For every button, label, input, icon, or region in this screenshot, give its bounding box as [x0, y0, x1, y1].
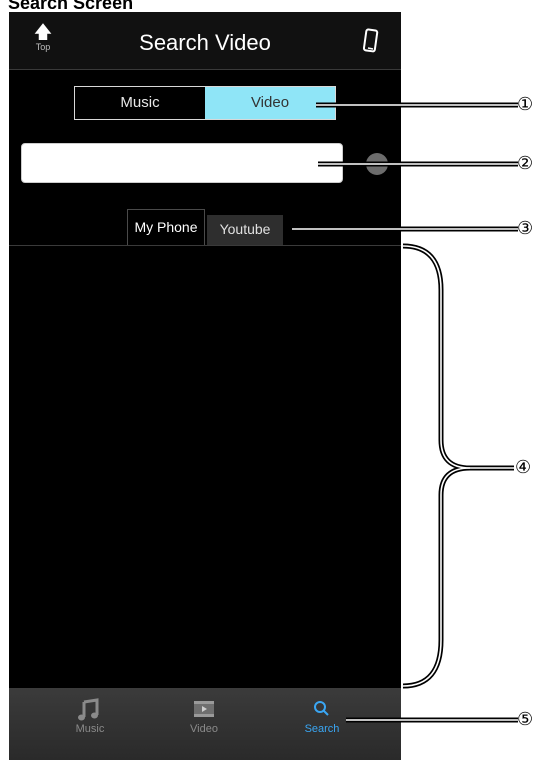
clear-search-icon[interactable]	[366, 153, 388, 175]
callout-2: ②	[517, 153, 534, 174]
callout-5: ⑤	[517, 709, 534, 730]
tabbar-item-video[interactable]: Video	[169, 698, 239, 735]
callout-4: ④	[515, 457, 532, 478]
tabbar-item-search[interactable]: Search	[287, 698, 357, 735]
film-icon	[194, 701, 214, 717]
tabbar-label-video: Video	[190, 723, 218, 735]
page-title: Search Video	[139, 30, 271, 55]
results-list[interactable]	[9, 246, 401, 688]
tabbar-item-music[interactable]: Music	[55, 698, 125, 735]
navigation-bar: 🡅 Top Search Video	[9, 12, 401, 70]
search-field[interactable]	[21, 143, 343, 183]
tab-my-phone[interactable]: My Phone	[127, 209, 205, 246]
search-input[interactable]	[22, 144, 342, 182]
tabbar-label-search: Search	[304, 723, 340, 735]
callout-1: ①	[517, 94, 534, 115]
music-note-icon	[78, 698, 99, 721]
bottom-tab-bar: Music Video Search	[9, 688, 401, 760]
media-type-segmented-control: Music Video	[74, 86, 336, 120]
tabbar-label-music: Music	[75, 723, 105, 735]
segment-music[interactable]: Music	[75, 87, 205, 119]
phone-screen: 🡅 Top Search Video Music Video My Phone …	[9, 12, 401, 760]
segment-video[interactable]: Video	[205, 87, 335, 119]
search-icon	[314, 701, 329, 716]
document-title: Search Screen	[8, 0, 134, 13]
phone-icon[interactable]	[361, 28, 381, 54]
tab-youtube[interactable]: Youtube	[207, 215, 283, 245]
callout-3: ③	[517, 218, 534, 239]
